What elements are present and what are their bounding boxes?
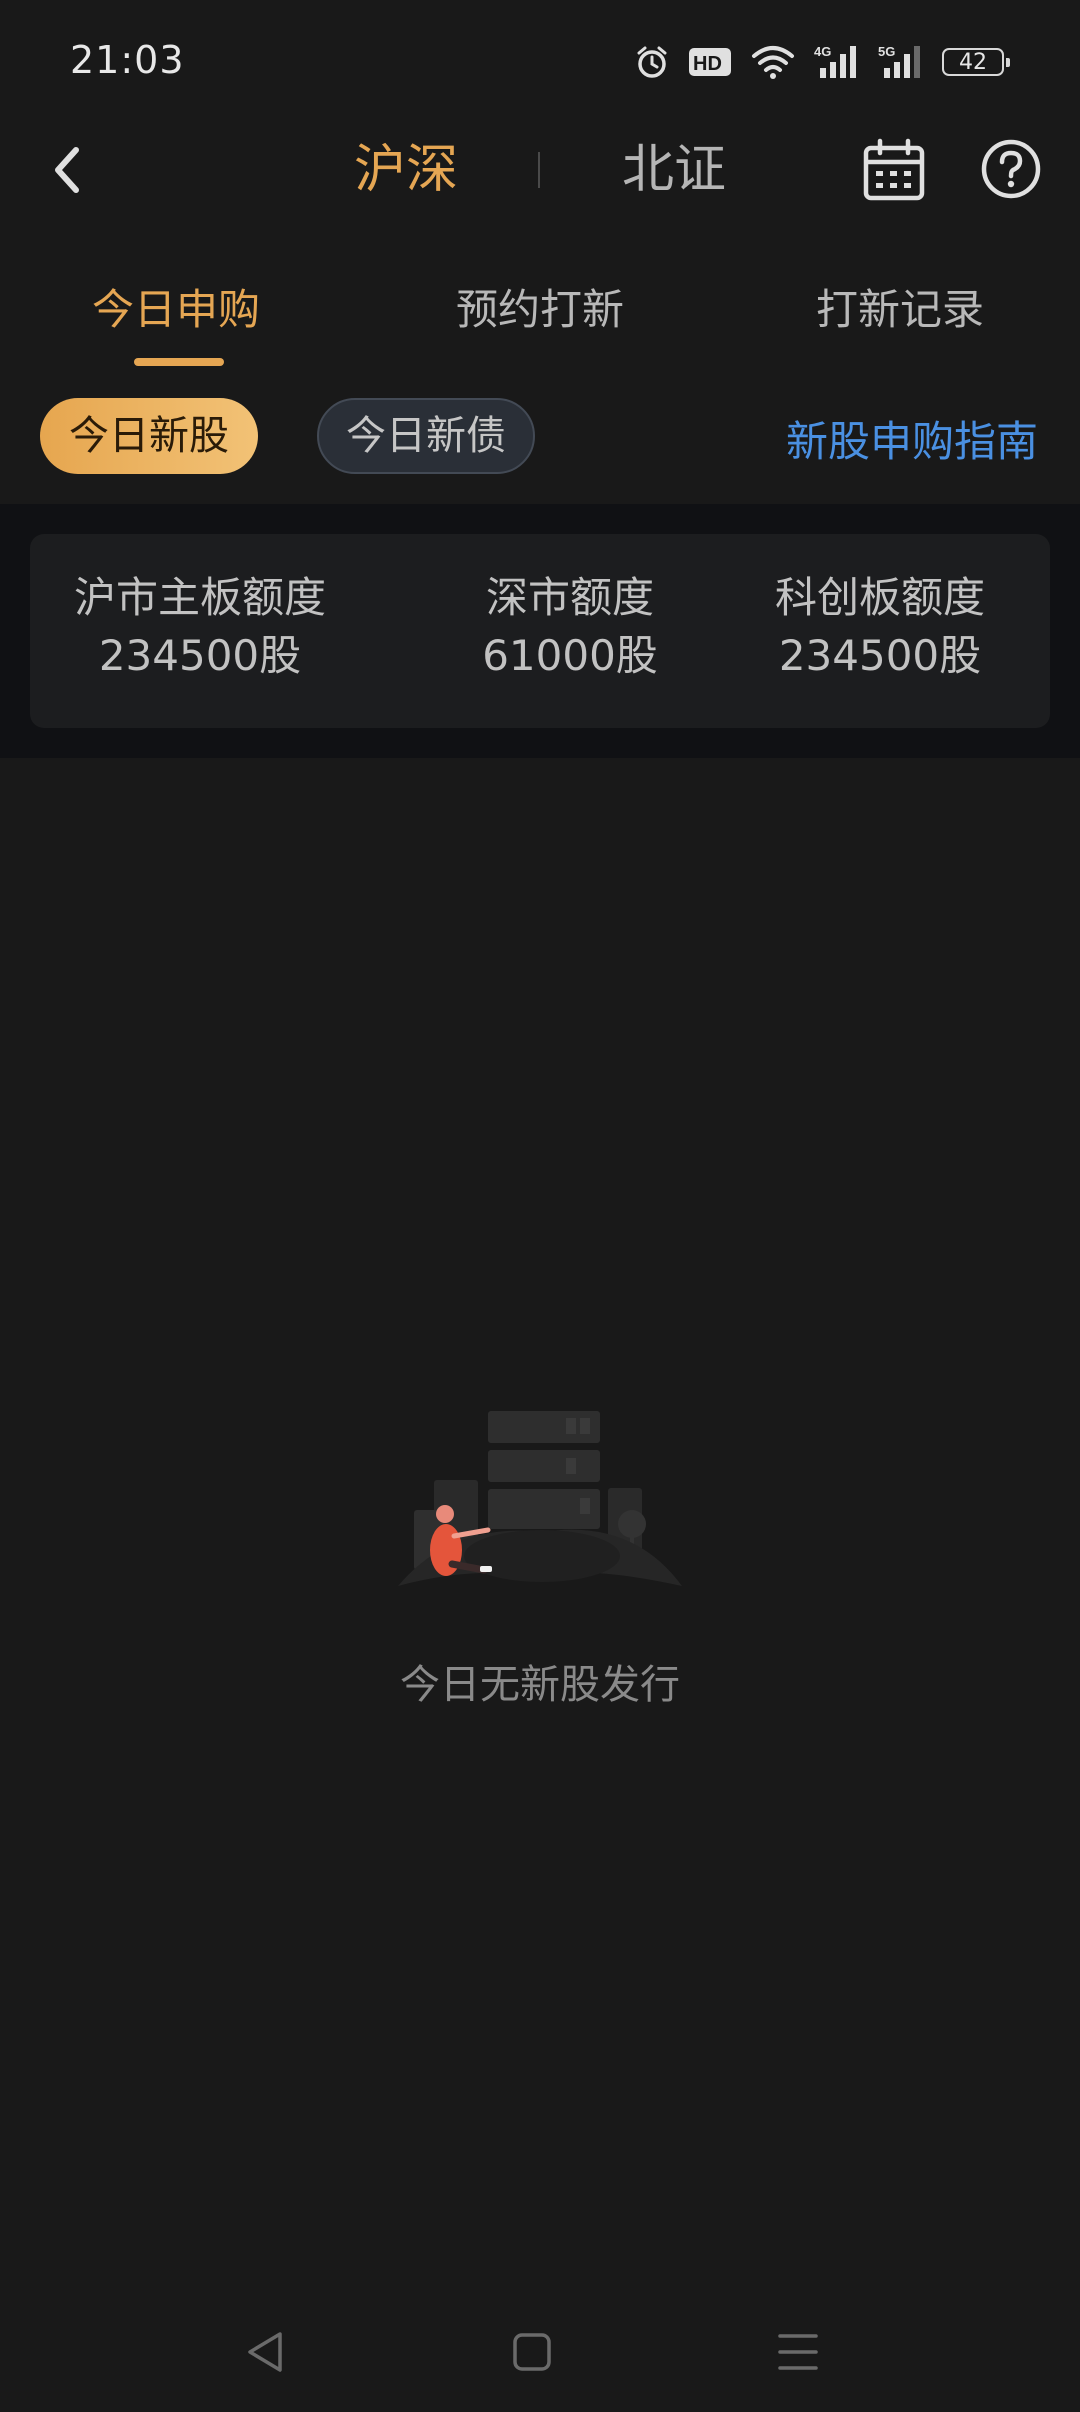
tab-ipo-records[interactable]: 打新记录 — [816, 276, 984, 337]
status-icons: HD 4G 5G 42 — [634, 42, 1010, 82]
back-arrow-icon[interactable] — [34, 134, 106, 206]
nav-home-icon[interactable] — [502, 2322, 562, 2382]
nav-back-icon[interactable] — [236, 2322, 296, 2382]
quota-value: 234500股 — [778, 631, 982, 680]
help-icon[interactable] — [980, 138, 1042, 200]
calendar-icon[interactable] — [862, 138, 926, 202]
alarm-icon — [634, 44, 670, 80]
sub-tabs: 今日申购 预约打新 打新记录 — [0, 262, 1080, 372]
svg-text:HD: HD — [693, 53, 722, 75]
system-nav-bar — [0, 2300, 1080, 2412]
subscription-guide-link[interactable]: 新股申购指南 — [786, 408, 1038, 469]
quota-section: 沪市主板额度 234500股 深市额度 61000股 科创板额度 234500股 — [0, 504, 1080, 758]
quota-label: 科创板额度 — [774, 573, 985, 622]
active-tab-indicator — [134, 358, 224, 366]
status-bar: 21:03 HD 4G 5G 42 — [0, 0, 1080, 124]
svg-text:5G: 5G — [878, 44, 895, 59]
quota-item-sh-main: 沪市主板额度 234500股 — [30, 570, 370, 686]
empty-state-illustration — [392, 1406, 688, 1596]
status-time: 21:03 — [70, 38, 185, 82]
quota-card: 沪市主板额度 234500股 深市额度 61000股 科创板额度 234500股 — [30, 534, 1050, 728]
chip-new-stocks[interactable]: 今日新股 — [40, 398, 258, 474]
chip-new-bonds[interactable]: 今日新债 — [317, 398, 535, 474]
nav-menu-icon[interactable] — [768, 2322, 828, 2382]
quota-value: 234500股 — [98, 631, 302, 680]
quota-label: 沪市主板额度 — [73, 573, 326, 622]
empty-state-text: 今日无新股发行 — [400, 1662, 680, 1708]
quota-label: 深市额度 — [485, 573, 654, 622]
wifi-icon — [750, 44, 796, 80]
market-divider — [538, 152, 540, 188]
battery-icon: 42 — [942, 48, 1010, 76]
market-tab-beizheng[interactable]: 北证 — [622, 136, 726, 204]
quota-value: 61000股 — [482, 631, 658, 680]
quota-item-star: 科创板额度 234500股 — [710, 570, 1050, 686]
hd-icon: HD — [688, 46, 732, 78]
quota-item-sz: 深市额度 61000股 — [400, 570, 740, 686]
market-tab-hushen[interactable]: 沪深 — [354, 136, 458, 204]
header: 沪深 北证 — [0, 124, 1080, 216]
signal-4g-icon: 4G — [814, 44, 860, 80]
tab-today-subscribe[interactable]: 今日申购 — [92, 276, 260, 337]
tab-reserve-ipo[interactable]: 预约打新 — [456, 276, 624, 337]
filter-row: 今日新股 今日新债 新股申购指南 — [0, 398, 1080, 476]
signal-5g-icon: 5G — [878, 44, 924, 80]
svg-text:4G: 4G — [814, 44, 831, 59]
